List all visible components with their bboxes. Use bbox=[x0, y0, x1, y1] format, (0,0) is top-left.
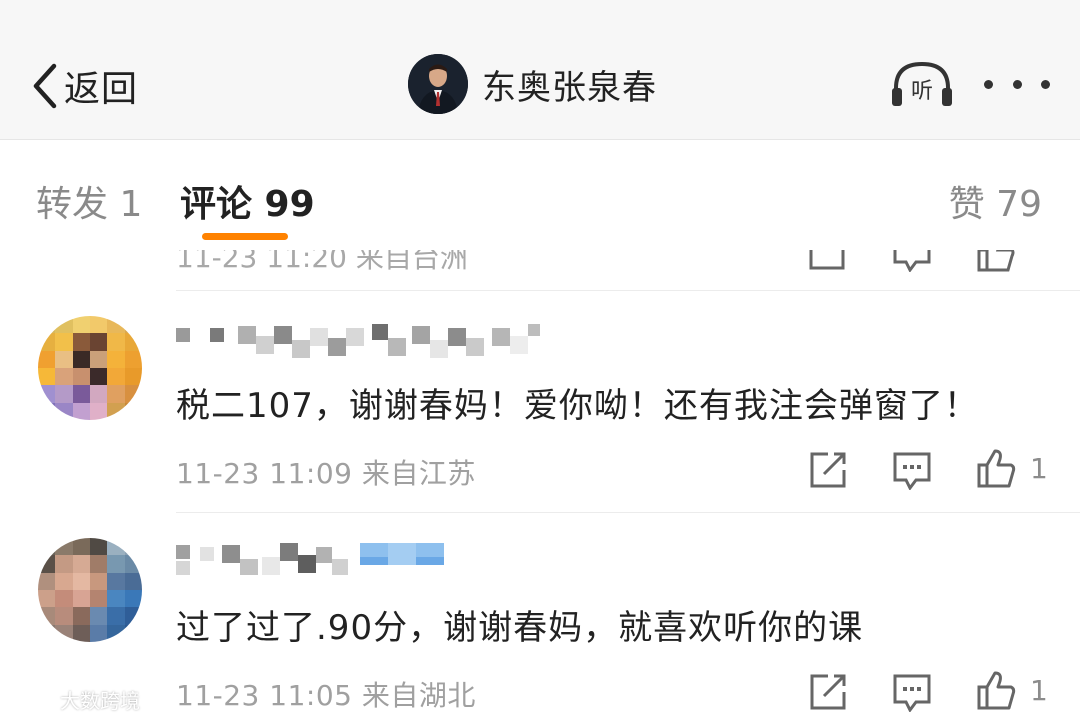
avatar[interactable] bbox=[38, 538, 142, 642]
comment-text: 税二107，谢谢春妈！爱你呦！还有我注会弹窗了！ bbox=[176, 386, 979, 426]
tab-repost[interactable]: 转发 1 bbox=[36, 175, 142, 227]
repost-icon[interactable] bbox=[808, 672, 848, 712]
comment-meta: 11-23 11:20 来自台洲 bbox=[176, 250, 468, 274]
avatar[interactable] bbox=[408, 54, 468, 114]
back-chevron-icon bbox=[33, 63, 57, 109]
listen-label: 听 bbox=[911, 79, 933, 104]
comment-meta: 11-23 11:09 来自江苏 bbox=[176, 457, 476, 490]
tab-bar: 转发 1 评论 99 赞 79 bbox=[0, 140, 1080, 250]
thumbs-up-icon[interactable] bbox=[976, 448, 1016, 488]
thumbs-up-icon[interactable] bbox=[976, 250, 1016, 272]
more-dot-icon bbox=[1012, 79, 1022, 89]
watermark: 大数跨境 bbox=[10, 684, 140, 714]
listen-button[interactable]: 听 bbox=[890, 58, 954, 112]
more-dot-icon bbox=[1041, 79, 1050, 89]
divider bbox=[176, 290, 1080, 291]
comment-meta: 11-23 11:05 来自湖北 bbox=[176, 679, 476, 712]
active-tab-indicator bbox=[202, 233, 288, 240]
thumbs-up-icon[interactable] bbox=[976, 670, 1016, 710]
username-redacted[interactable] bbox=[176, 324, 546, 360]
more-options-button[interactable] bbox=[984, 62, 1050, 106]
pixelated-avatar bbox=[38, 316, 142, 420]
profile-header[interactable]: 东奥张泉春 bbox=[408, 52, 657, 116]
pixelated-username bbox=[176, 543, 444, 575]
repost-icon[interactable] bbox=[808, 250, 848, 272]
divider bbox=[176, 512, 1080, 513]
comment-icon[interactable] bbox=[892, 450, 932, 490]
tab-like[interactable]: 赞 79 bbox=[949, 175, 1042, 227]
comment-item: 过了过了.90分，谢谢春妈，就喜欢听你的课 11-23 11:05 来自湖北 1 bbox=[0, 520, 1080, 721]
comment-item: 税二107，谢谢春妈！爱你呦！还有我注会弹窗了！ 11-23 11:09 来自江… bbox=[0, 300, 1080, 520]
pixelated-username bbox=[176, 324, 540, 358]
top-nav-bar: 返回 东奥张泉春 听 bbox=[0, 0, 1080, 140]
avatar[interactable] bbox=[38, 316, 142, 420]
avatar-portrait bbox=[408, 54, 468, 114]
back-label: 返回 bbox=[64, 69, 139, 110]
like-count: 1 bbox=[1030, 674, 1048, 707]
pixelated-avatar bbox=[38, 538, 142, 642]
like-count: 1 bbox=[1030, 452, 1048, 485]
tab-comment[interactable]: 评论 99 bbox=[180, 175, 315, 227]
back-button[interactable]: 返回 bbox=[28, 60, 138, 112]
repost-icon[interactable] bbox=[808, 450, 848, 490]
watermark-logo-icon bbox=[10, 689, 54, 709]
comment-icon[interactable] bbox=[892, 672, 932, 712]
partial-comment-row: 11-23 11:20 来自台洲 bbox=[0, 250, 1080, 290]
watermark-label: 大数跨境 bbox=[60, 688, 140, 713]
comment-icon[interactable] bbox=[892, 250, 932, 272]
username-redacted[interactable] bbox=[176, 542, 466, 578]
page-title: 东奥张泉春 bbox=[482, 67, 657, 108]
comment-text: 过了过了.90分，谢谢春妈，就喜欢听你的课 bbox=[176, 608, 864, 648]
headphones-icon: 听 bbox=[892, 61, 952, 106]
more-dot-icon bbox=[984, 79, 993, 89]
